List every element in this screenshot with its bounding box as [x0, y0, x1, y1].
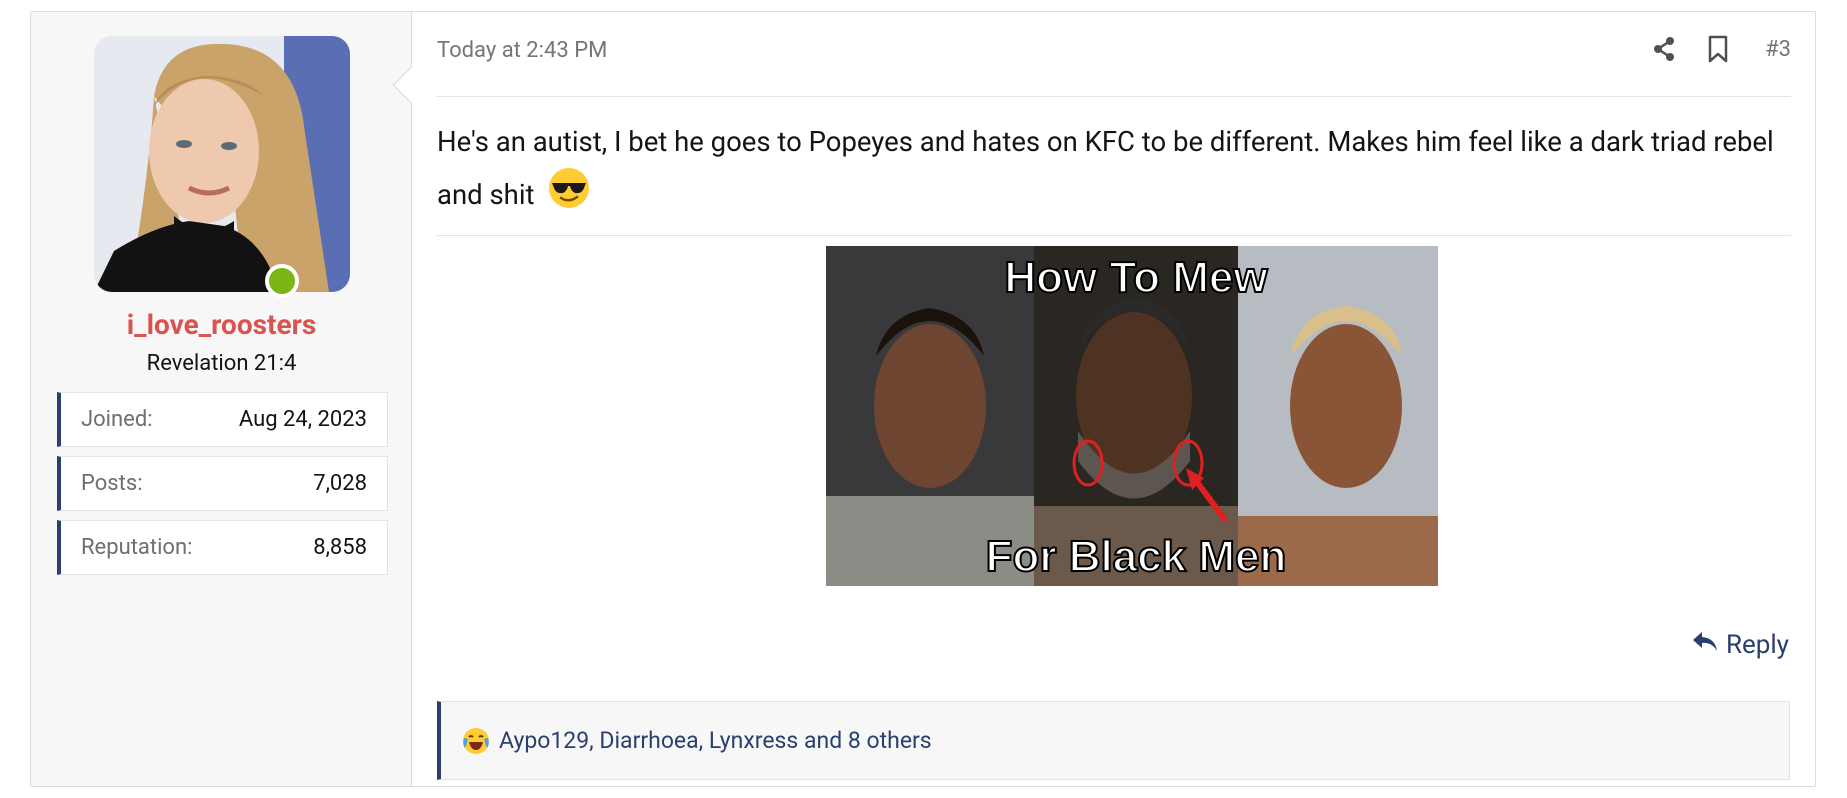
stat-label: Posts: — [81, 471, 143, 496]
reply-icon — [1692, 630, 1718, 660]
stat-posts: Posts: 7,028 — [57, 456, 388, 511]
user-sidebar: i_love_roosters Revelation 21:4 Joined: … — [31, 12, 412, 786]
post-body-text: He's an autist, I bet he goes to Popeyes… — [437, 125, 1774, 211]
post-timestamp[interactable]: Today at 2:43 PM — [437, 38, 607, 63]
forum-post: i_love_roosters Revelation 21:4 Joined: … — [30, 11, 1816, 787]
user-title: Revelation 21:4 — [146, 351, 297, 376]
attached-image[interactable]: How To Mew For Black Men — [826, 246, 1438, 586]
stat-joined: Joined: Aug 24, 2023 — [57, 392, 388, 447]
avatar-container[interactable] — [94, 36, 350, 298]
reply-button[interactable]: Reply — [1692, 630, 1789, 660]
bookmark-icon[interactable] — [1705, 34, 1731, 64]
reactions-bar[interactable]: Aypo129, Diarrhoea, Lynxress and 8 other… — [437, 701, 1790, 780]
stat-label: Joined: — [81, 407, 153, 432]
body-divider — [437, 235, 1791, 236]
stat-reputation: Reputation: 8,858 — [57, 520, 388, 575]
stat-label: Reputation: — [81, 535, 193, 560]
image-caption-bottom: For Black Men — [986, 532, 1287, 581]
reactions-list-link[interactable]: Aypo129, Diarrhoea, Lynxress and 8 other… — [499, 727, 932, 754]
crying-laughing-emoji-icon — [461, 726, 491, 756]
online-status-indicator — [265, 264, 299, 298]
message-main: Today at 2:43 PM #3 He's an autist, I be… — [412, 12, 1815, 786]
avatar[interactable] — [94, 36, 350, 292]
reply-label: Reply — [1725, 630, 1789, 660]
share-icon[interactable] — [1651, 34, 1677, 64]
post-body: He's an autist, I bet he goes to Popeyes… — [437, 118, 1807, 225]
sunglasses-emoji-icon — [547, 166, 591, 225]
stat-value: 8,858 — [313, 535, 367, 560]
header-divider — [437, 96, 1791, 97]
stat-value: 7,028 — [313, 471, 367, 496]
post-header-actions: #3 — [1651, 34, 1791, 64]
username-link[interactable]: i_love_roosters — [31, 308, 412, 341]
image-caption-top: How To Mew — [1004, 253, 1268, 302]
stat-value: Aug 24, 2023 — [238, 407, 367, 432]
post-number-link[interactable]: #3 — [1765, 37, 1791, 62]
